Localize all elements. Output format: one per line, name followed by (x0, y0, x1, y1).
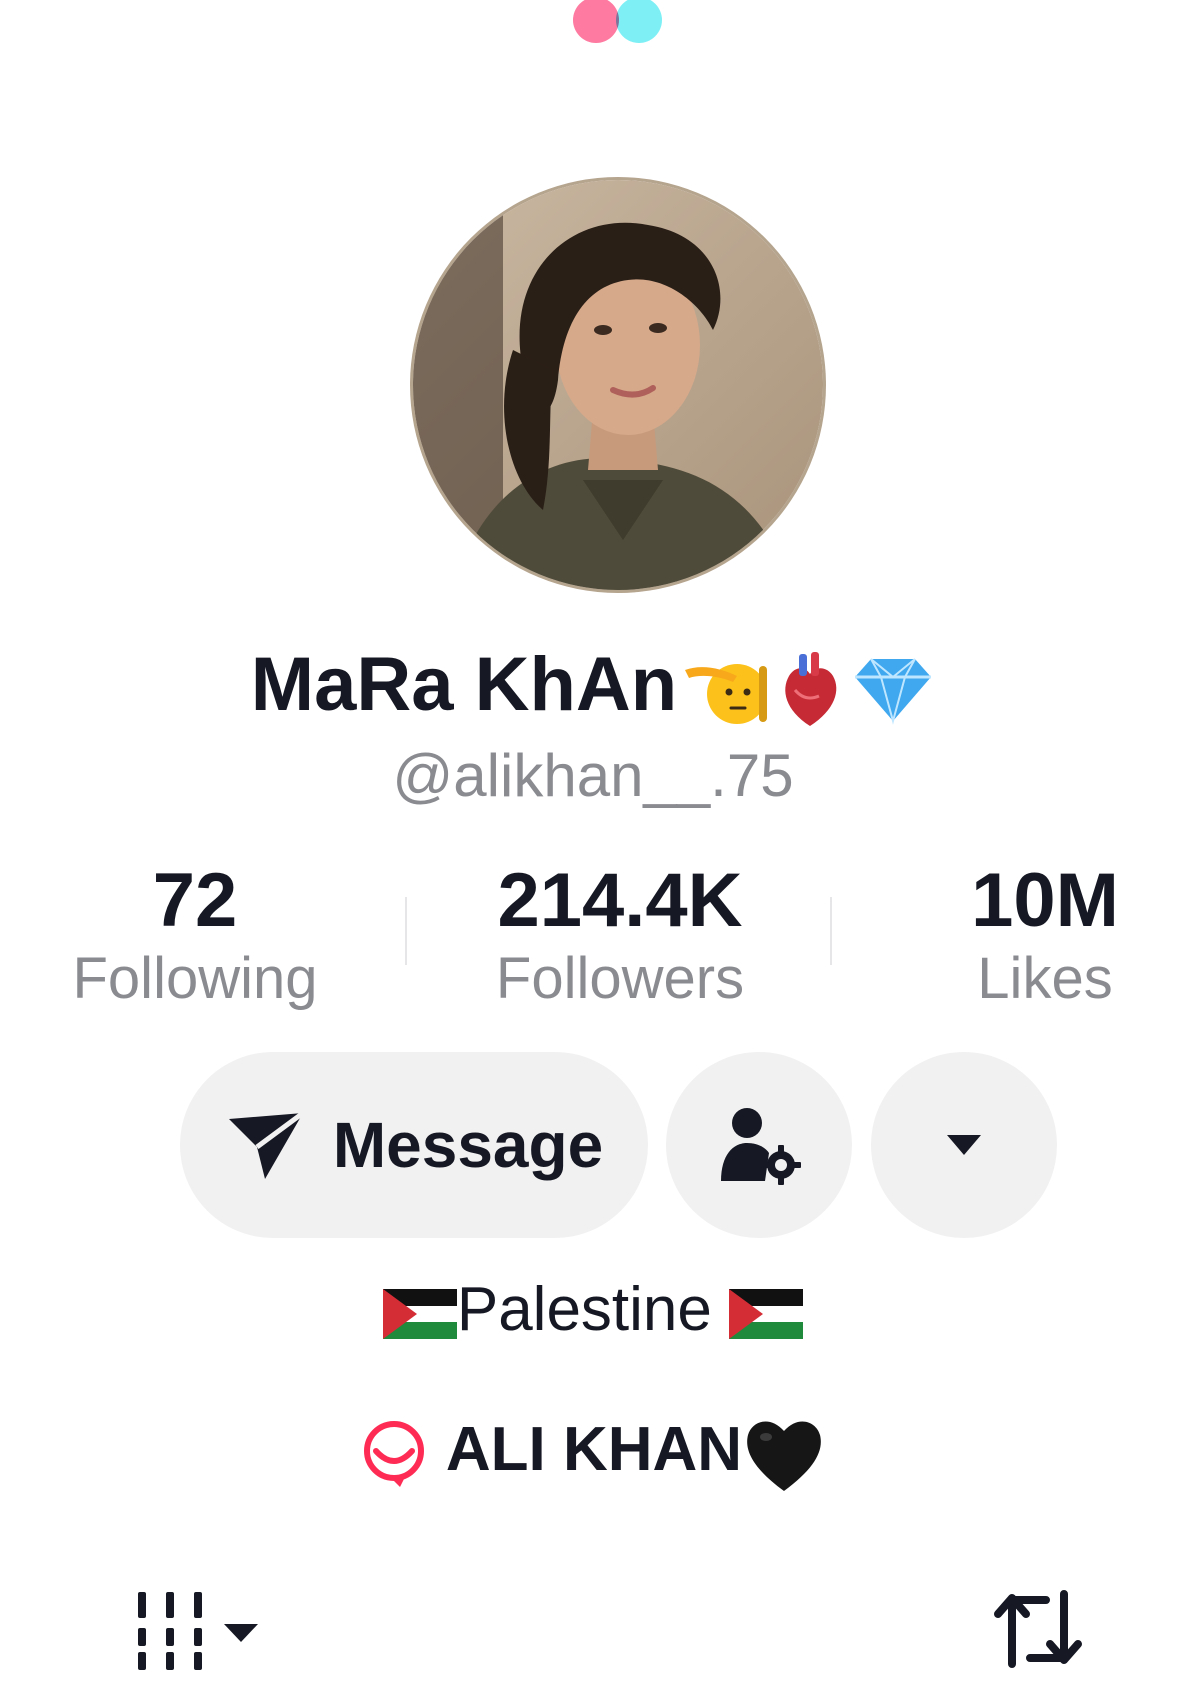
paper-plane-icon (228, 1110, 305, 1179)
person-gear-icon (721, 1108, 801, 1185)
loader-dot-cyan (616, 0, 662, 43)
grid-sort-icon (138, 1592, 258, 1670)
avatar[interactable] (413, 180, 823, 590)
stat-following-value: 72 (152, 858, 238, 943)
stat-following[interactable]: 72 Following (40, 858, 350, 1014)
gem-stone-icon (855, 658, 932, 725)
stat-followers-value: 214.4K (497, 858, 743, 943)
grid-sort-button[interactable] (134, 1588, 264, 1672)
lemon8-icon (363, 1420, 424, 1487)
stat-followers-label: Followers (495, 946, 745, 1011)
repost-button[interactable] (990, 1586, 1086, 1672)
bio: Palestine (0, 1270, 1186, 1350)
stat-likes-label: Likes (977, 946, 1113, 1011)
profile-link[interactable]: ALI KHAN (0, 1410, 1186, 1493)
caret-down-icon (947, 1135, 981, 1155)
bio-text: Palestine (456, 1275, 712, 1344)
palestine-flag-icon (729, 1288, 804, 1339)
loader-dot-pink (573, 0, 619, 43)
profile-link-text: ALI KHAN (445, 1415, 743, 1484)
stat-divider (405, 897, 407, 965)
display-name: MaRa KhAn (0, 640, 1186, 730)
palestine-flag-icon (382, 1288, 457, 1339)
stat-divider (830, 897, 832, 965)
anatomical-heart-icon (785, 651, 837, 726)
message-button[interactable]: Message (180, 1052, 648, 1238)
display-name-emojis (681, 650, 935, 730)
stat-followers[interactable]: 214.4K Followers (455, 858, 785, 1014)
stat-following-label: Following (72, 946, 318, 1011)
black-heart-icon (747, 1421, 821, 1491)
message-button-label: Message (332, 1109, 604, 1181)
stat-likes-value: 10M (971, 858, 1119, 943)
saluting-face-icon (685, 663, 768, 724)
username[interactable]: @alikhan__.75 (0, 738, 1186, 814)
display-name-text: MaRa KhAn (250, 642, 678, 727)
manage-account-button[interactable] (666, 1052, 852, 1238)
more-options-button[interactable] (871, 1052, 1057, 1238)
stat-likes[interactable]: 10M Likes (900, 858, 1186, 1014)
repost-icon (994, 1590, 1082, 1668)
